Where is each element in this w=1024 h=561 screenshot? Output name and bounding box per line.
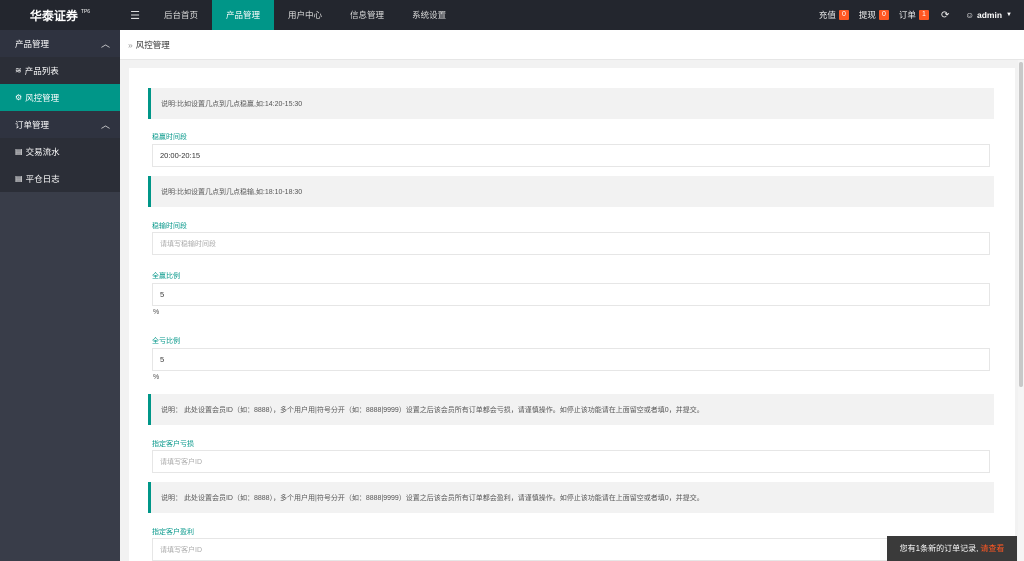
counter-label: 提现 — [858, 10, 876, 20]
sidebar-group-label: 订单管理 — [15, 119, 50, 130]
lose-user-input[interactable]: 请填写客户ID — [152, 450, 990, 473]
brand-name: 华泰证券 — [29, 8, 78, 23]
refresh-icon[interactable]: ⟳ — [941, 10, 949, 21]
win-user-label: 指定客户盈利 — [152, 529, 194, 536]
brand-logo[interactable]: 华泰证券 TP6 — [0, 0, 120, 30]
breadcrumb: » 风控管理 — [120, 30, 1024, 60]
counter-label: 充值 — [818, 10, 836, 20]
list-icon: ▤ — [15, 147, 23, 156]
sidebar-item-label: 风控管理 — [25, 92, 60, 103]
hamburger-icon[interactable]: ☰ — [120, 0, 150, 30]
nav-item-settings[interactable]: 系统设置 — [398, 0, 460, 30]
breadcrumb-current[interactable]: 风控管理 — [136, 39, 170, 51]
counter-badge: 0 — [878, 10, 889, 20]
chevron-up-icon: ︿ — [100, 39, 110, 49]
win-user-input[interactable]: 请填写客户ID — [152, 538, 990, 561]
sidebar-item-close-log[interactable]: ▤ 平仓日志 — [0, 165, 120, 192]
counter-recharge[interactable]: 充值 0 — [819, 9, 849, 21]
chevron-down-icon: ▼ — [1006, 12, 1012, 18]
nav-item-users[interactable]: 用户中心 — [274, 0, 336, 30]
toast-link[interactable]: 请查看 — [980, 543, 1004, 554]
scrollbar[interactable] — [1018, 60, 1024, 561]
win-ratio-input[interactable]: 5 — [152, 283, 990, 306]
lose-ratio-input[interactable]: 5 — [152, 348, 990, 371]
layers-icon: ≋ — [15, 66, 22, 75]
list-icon: ▤ — [15, 174, 23, 183]
lose-ratio-unit: % — [153, 374, 160, 381]
lose-user-label: 指定客户亏损 — [152, 441, 194, 448]
risk-control-form: 说明:比如设置几点到几点稳赢,如:14:20-15:30 稳赢时间段 20:00… — [129, 68, 1015, 561]
nav-item-info[interactable]: 信息管理 — [336, 0, 398, 30]
sidebar: 产品管理 ︿ ≋ 产品列表 ⚙ 风控管理 订单管理 ︿ ▤ 交易流水 ▤ 平仓日… — [0, 30, 120, 561]
notice-win-user: 说明： 此处设置会员ID（如：8888），多个用户用|符号分开（如：8888|9… — [148, 482, 994, 513]
user-menu[interactable]: ☺ admin ▼ — [965, 10, 1012, 20]
chevron-up-icon: ︿ — [100, 120, 110, 130]
top-bar: 华泰证券 TP6 ☰ 后台首页 产品管理 用户中心 信息管理 系统设置 充值 0 提… — [0, 0, 1024, 30]
sidebar-group-products[interactable]: 产品管理 ︿ — [0, 30, 120, 57]
counter-withdraw[interactable]: 提现 0 — [859, 9, 889, 21]
notice-win-time: 说明:比如设置几点到几点稳赢,如:14:20-15:30 — [148, 88, 994, 119]
notice-lose-time: 说明:比如设置几点到几点稳输,如:18:10-18:30 — [148, 176, 994, 207]
counter-label: 订单 — [898, 10, 916, 20]
nav-item-products[interactable]: 产品管理 — [212, 0, 275, 30]
counter-orders[interactable]: 订单 1 — [899, 9, 929, 21]
sidebar-group-orders[interactable]: 订单管理 ︿ — [0, 111, 120, 138]
sidebar-item-product-list[interactable]: ≋ 产品列表 — [0, 57, 120, 84]
lose-time-input[interactable]: 请填写稳输时间段 — [152, 232, 990, 255]
scrollbar-thumb[interactable] — [1019, 62, 1023, 387]
user-name: admin — [977, 10, 1003, 20]
order-notification-toast: 您有1条新的订单记录, 请查看 — [887, 536, 1017, 561]
counter-badge: 1 — [918, 10, 929, 20]
win-time-label: 稳赢时间段 — [152, 134, 187, 141]
toast-text: 您有1条新的订单记录, — [899, 544, 979, 553]
sidebar-item-label: 交易流水 — [25, 146, 60, 157]
nav-item-home[interactable]: 后台首页 — [150, 0, 212, 30]
sidebar-item-trade-flow[interactable]: ▤ 交易流水 — [0, 138, 120, 165]
sidebar-item-risk-control[interactable]: ⚙ 风控管理 — [0, 84, 120, 111]
lose-ratio-label: 全亏比例 — [152, 338, 180, 345]
brand-version: TP6 — [80, 9, 91, 15]
user-icon: ☺ — [965, 10, 975, 20]
breadcrumb-separator: » — [128, 39, 133, 50]
sidebar-item-label: 平仓日志 — [25, 173, 60, 184]
notice-lose-user: 说明： 此处设置会员ID（如：8888），多个用户用|符号分开（如：8888|9… — [148, 394, 994, 425]
lose-time-label: 稳输时间段 — [152, 223, 187, 230]
gear-icon: ⚙ — [15, 93, 23, 102]
win-ratio-unit: % — [153, 309, 160, 316]
sidebar-item-label: 产品列表 — [24, 65, 59, 76]
counter-badge: 0 — [838, 10, 849, 20]
sidebar-group-label: 产品管理 — [15, 38, 50, 49]
win-ratio-label: 全赢比例 — [152, 273, 180, 280]
win-time-input[interactable]: 20:00-20:15 — [152, 144, 990, 167]
top-right-tools: 充值 0 提现 0 订单 1 ⟳ ☺ admin ▼ — [819, 0, 1024, 30]
top-nav: 后台首页 产品管理 用户中心 信息管理 系统设置 — [150, 0, 460, 30]
